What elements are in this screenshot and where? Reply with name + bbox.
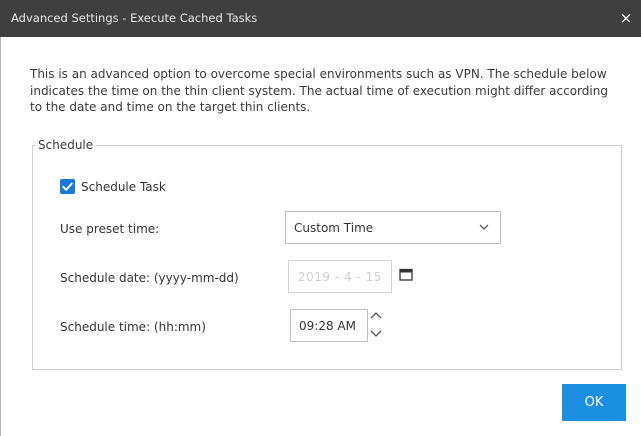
title-bar: Advanced Settings - Execute Cached Tasks… — [0, 0, 641, 37]
schedule-time-input[interactable]: 09:28 AM — [290, 309, 368, 342]
window-left-border — [0, 37, 1, 436]
schedule-date-input[interactable]: 2019 - 4 - 15 — [288, 260, 392, 293]
schedule-legend: Schedule — [36, 138, 96, 152]
close-icon[interactable]: × — [615, 7, 637, 29]
schedule-time-value: 09:28 AM — [299, 319, 356, 333]
ok-button[interactable]: OK — [562, 384, 626, 421]
schedule-task-checkbox[interactable] — [60, 179, 75, 194]
schedule-time-label: Schedule time: (hh:mm) — [60, 320, 206, 334]
chevron-down-icon — [479, 224, 489, 230]
calendar-icon[interactable] — [399, 268, 413, 281]
schedule-date-value: 2019 - 4 - 15 — [298, 270, 382, 284]
schedule-date-label: Schedule date: (yyyy-mm-dd) — [60, 271, 239, 285]
description-text: This is an advanced option to overcome s… — [30, 67, 608, 114]
window-title: Advanced Settings - Execute Cached Tasks — [11, 11, 258, 25]
preset-time-select[interactable]: Custom Time — [285, 211, 501, 244]
checkmark-icon — [62, 182, 73, 191]
spin-down-icon[interactable] — [368, 325, 384, 342]
preset-time-label: Use preset time: — [60, 222, 160, 236]
schedule-task-label[interactable]: Schedule Task — [81, 180, 166, 194]
preset-time-value: Custom Time — [294, 221, 374, 235]
spin-up-icon[interactable] — [368, 307, 384, 324]
